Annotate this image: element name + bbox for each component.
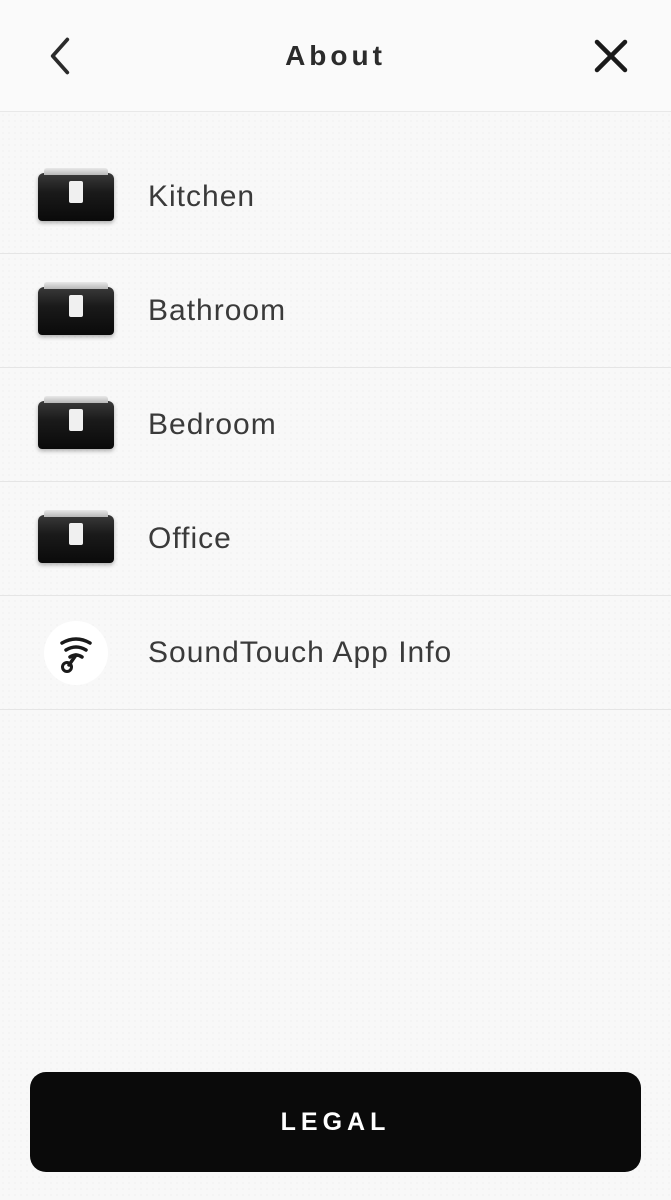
soundtouch-app-icon [38, 625, 114, 681]
close-button[interactable] [591, 36, 631, 76]
device-label: Office [148, 522, 232, 556]
header: About [0, 0, 671, 112]
chevron-left-icon [49, 37, 71, 75]
app-info-item[interactable]: SoundTouch App Info [0, 596, 671, 710]
speaker-icon [38, 511, 114, 567]
device-label: Bedroom [148, 408, 277, 442]
legal-button[interactable]: LEGAL [30, 1072, 641, 1172]
speaker-icon [38, 397, 114, 453]
speaker-icon [38, 283, 114, 339]
device-item-bedroom[interactable]: Bedroom [0, 368, 671, 482]
footer: LEGAL [30, 1072, 641, 1172]
back-button[interactable] [40, 36, 80, 76]
app-info-label: SoundTouch App Info [148, 636, 452, 670]
speaker-icon [38, 169, 114, 225]
device-label: Kitchen [148, 180, 255, 214]
device-item-bathroom[interactable]: Bathroom [0, 254, 671, 368]
page-title: About [285, 40, 386, 72]
device-item-office[interactable]: Office [0, 482, 671, 596]
close-icon [594, 39, 628, 73]
device-item-kitchen[interactable]: Kitchen [0, 140, 671, 254]
device-label: Bathroom [148, 294, 286, 328]
content-area: Kitchen Bathroom Bedroom Office [0, 112, 671, 1200]
